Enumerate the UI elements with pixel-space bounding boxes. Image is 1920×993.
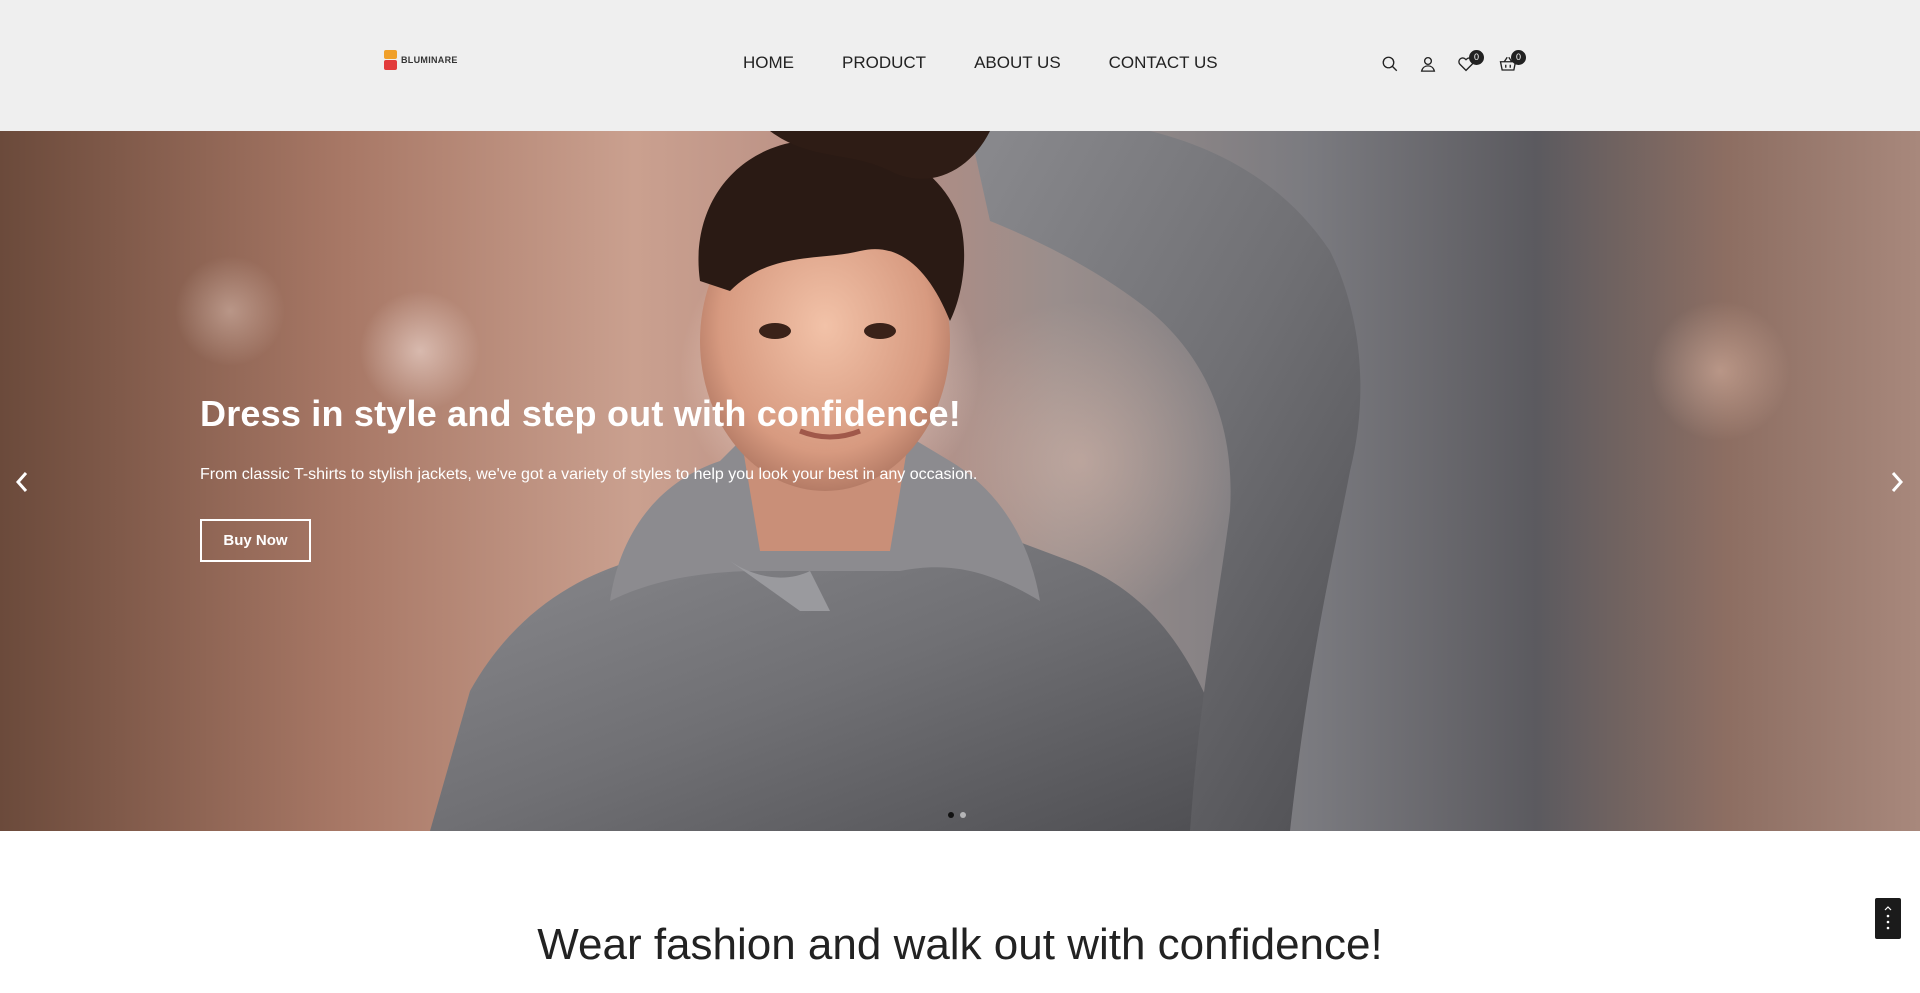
slider-pagination: [948, 812, 966, 818]
nav-item-product[interactable]: PRODUCT: [842, 53, 926, 73]
account-button[interactable]: [1419, 55, 1441, 77]
chevron-left-icon: [15, 472, 28, 492]
wishlist-button[interactable]: 0: [1457, 50, 1484, 77]
hero-slider: Dress in style and step out with confide…: [0, 131, 1920, 831]
site-header: BLUMINARE HOME PRODUCT ABOUT US CONTACT …: [0, 0, 1920, 131]
hero-title: Dress in style and step out with confide…: [200, 393, 961, 434]
section-heading: Wear fashion and walk out with confidenc…: [537, 920, 1383, 969]
buy-now-button[interactable]: Buy Now: [200, 519, 311, 562]
header-actions: 0 0: [1381, 50, 1537, 77]
slider-prev-button[interactable]: [10, 467, 34, 497]
slider-next-button[interactable]: [1885, 467, 1909, 497]
hero-subtitle: From classic T-shirts to stylish jackets…: [200, 466, 978, 483]
nav-item-about-us[interactable]: ABOUT US: [974, 53, 1061, 73]
slider-dot[interactable]: [948, 812, 954, 818]
cart-count-badge: 0: [1511, 50, 1526, 65]
chevron-right-icon: [1891, 472, 1904, 492]
nav-item-home[interactable]: HOME: [743, 53, 794, 73]
search-icon: [1382, 56, 1398, 72]
cart-button[interactable]: 0: [1499, 50, 1526, 77]
brand-logo[interactable]: BLUMINARE: [384, 50, 458, 70]
logo-mark-icon: [384, 50, 397, 70]
brand-name: BLUMINARE: [401, 55, 458, 65]
slider-dot[interactable]: [960, 812, 966, 818]
nav-item-contact-us[interactable]: CONTACT US: [1109, 53, 1218, 73]
scroll-to-top-button[interactable]: [1875, 898, 1901, 939]
user-icon: [1420, 56, 1436, 72]
wishlist-count-badge: 0: [1469, 50, 1484, 65]
arrow-up-icon: [1884, 905, 1892, 929]
main-nav: HOME PRODUCT ABOUT US CONTACT US: [743, 53, 1218, 73]
search-button[interactable]: [1381, 55, 1403, 77]
